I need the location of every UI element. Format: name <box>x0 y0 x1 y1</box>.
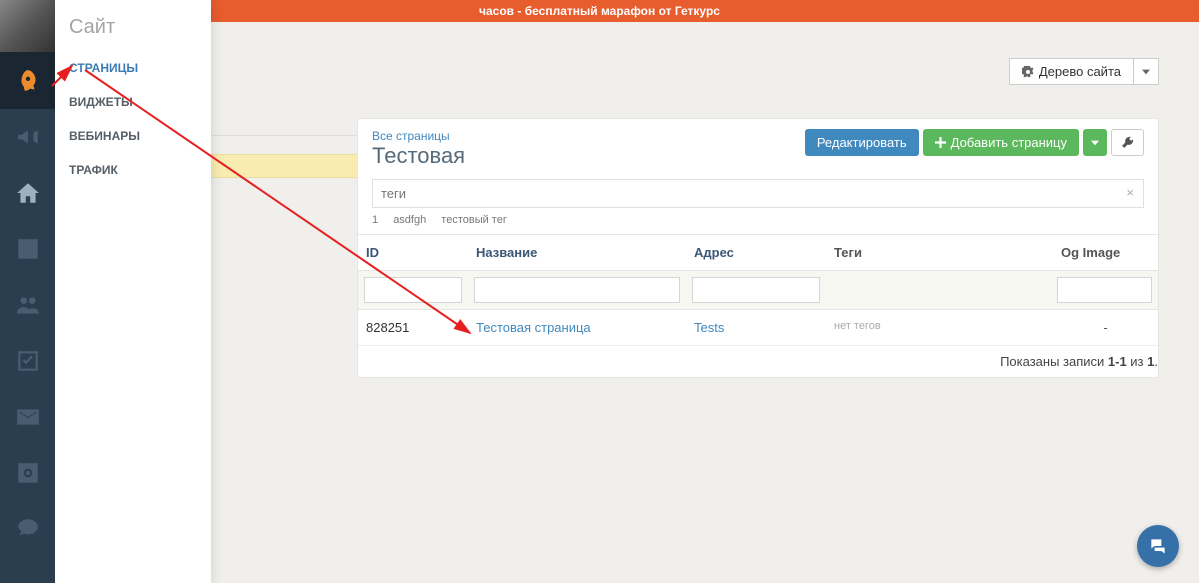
add-page-button[interactable]: Добавить страницу <box>923 129 1079 156</box>
check-icon <box>15 348 41 374</box>
chart-icon <box>15 236 41 262</box>
nav-chat[interactable] <box>0 501 55 557</box>
nav-rocket[interactable] <box>0 53 55 109</box>
col-addr[interactable]: Адрес <box>686 235 826 270</box>
nav-home[interactable] <box>0 165 55 221</box>
brand-text: .ru <box>95 22 1159 68</box>
nav-megaphone[interactable] <box>0 109 55 165</box>
add-page-caret[interactable] <box>1083 129 1107 156</box>
add-page-label: Добавить страницу <box>951 135 1067 150</box>
chat-icon <box>15 516 41 542</box>
table-row[interactable]: 828251 Тестовая страница Tests нет тегов… <box>358 310 1158 346</box>
filter-id[interactable] <box>364 277 462 303</box>
tree-button-label: Дерево сайта <box>1039 64 1121 79</box>
flyout-menu: Сайт СТРАНИЦЫ ВИДЖЕТЫ ВЕБИНАРЫ ТРАФИК <box>55 0 211 583</box>
cell-id: 828251 <box>358 320 468 335</box>
gear-icon <box>1022 66 1034 78</box>
wrench-icon <box>1121 136 1134 149</box>
megaphone-icon <box>15 124 41 150</box>
col-id[interactable]: ID <box>358 235 468 270</box>
tag-chips: 1 asdfgh тестовый тег <box>372 208 1144 226</box>
nav-chart[interactable] <box>0 221 55 277</box>
home-icon <box>15 180 41 206</box>
chat-fab[interactable] <box>1137 525 1179 567</box>
clear-tags[interactable]: × <box>1126 185 1134 200</box>
grid-summary: Показаны записи 1-1 из 1. <box>358 346 1158 377</box>
filter-addr[interactable] <box>692 277 820 303</box>
flyout-webinars[interactable]: ВЕБИНАРЫ <box>55 119 211 153</box>
cell-name[interactable]: Тестовая страница <box>468 320 686 335</box>
users-icon <box>15 292 41 318</box>
chat-bubbles-icon <box>1148 536 1168 556</box>
icon-rail <box>0 0 55 583</box>
tag-chip-2[interactable]: asdfgh <box>393 214 426 226</box>
flyout-title: Сайт <box>55 0 211 51</box>
nav-mail[interactable] <box>0 389 55 445</box>
panel-head: Все страницы Тестовая Редактировать Доба… <box>358 119 1158 179</box>
tree-button[interactable]: Дерево сайта <box>1009 58 1134 85</box>
plus-icon <box>935 137 946 148</box>
avatar[interactable] <box>0 0 55 53</box>
filter-name[interactable] <box>474 277 680 303</box>
cell-tags: нет тегов <box>826 320 1053 335</box>
nav-check[interactable] <box>0 333 55 389</box>
tag-chip-1[interactable]: 1 <box>372 214 378 226</box>
col-tags[interactable]: Теги <box>826 235 1053 270</box>
tree-caret[interactable] <box>1134 58 1159 85</box>
caret-down-icon <box>1142 68 1150 76</box>
col-og[interactable]: Og Image <box>1053 235 1158 270</box>
edit-button[interactable]: Редактировать <box>805 129 919 156</box>
nav-users[interactable] <box>0 277 55 333</box>
caret-down-icon <box>1091 139 1099 147</box>
tree-button-group: Дерево сайта <box>1009 58 1159 85</box>
cell-addr[interactable]: Tests <box>686 320 826 335</box>
filter-row <box>358 271 1158 310</box>
cell-og: - <box>1053 320 1158 335</box>
grid-header: ID Название Адрес Теги Og Image <box>358 234 1158 271</box>
rocket-icon <box>15 68 41 94</box>
col-name[interactable]: Название <box>468 235 686 270</box>
wrench-button[interactable] <box>1111 129 1144 156</box>
gear-box-icon <box>15 460 41 486</box>
tags-input[interactable] <box>372 179 1144 208</box>
flyout-widgets[interactable]: ВИДЖЕТЫ <box>55 85 211 119</box>
tags-row: × 1 asdfgh тестовый тег <box>358 179 1158 234</box>
flyout-traffic[interactable]: ТРАФИК <box>55 153 211 187</box>
tag-chip-3[interactable]: тестовый тег <box>441 214 507 226</box>
mail-icon <box>15 404 41 430</box>
nav-settings[interactable] <box>0 445 55 501</box>
content-panel: Все страницы Тестовая Редактировать Доба… <box>357 118 1159 378</box>
filter-og[interactable] <box>1057 277 1152 303</box>
flyout-pages[interactable]: СТРАНИЦЫ <box>55 51 211 85</box>
page-title: е сайтом <box>95 68 1159 104</box>
